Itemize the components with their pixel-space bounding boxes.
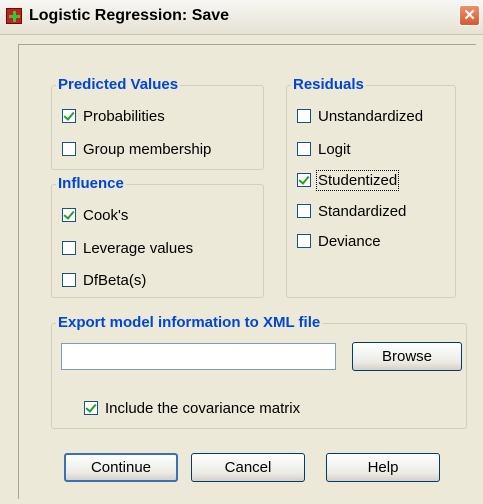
deviance-check-box[interactable]: [297, 234, 311, 248]
deviance-checkbox[interactable]: Deviance: [297, 231, 381, 251]
spss-dialog-icon: [6, 8, 22, 24]
cancel-button[interactable]: Cancel: [191, 453, 305, 482]
include-covariance-check-box[interactable]: [84, 401, 98, 415]
studentized-label: Studentized: [315, 169, 400, 191]
probabilities-label: Probabilities: [83, 107, 165, 125]
studentized-check-box[interactable]: [297, 173, 311, 187]
title-bar[interactable]: Logistic Regression: Save ✕: [0, 0, 483, 35]
xml-file-path-input[interactable]: [61, 343, 336, 370]
unstandardized-checkbox[interactable]: Unstandardized: [297, 106, 423, 126]
leverage-values-label: Leverage values: [83, 239, 194, 257]
group-membership-checkbox[interactable]: Group membership: [62, 139, 211, 159]
unstandardized-check-box[interactable]: [297, 109, 311, 123]
standardized-check-box[interactable]: [297, 204, 311, 218]
leverage-values-check-box[interactable]: [62, 241, 76, 255]
leverage-values-checkbox[interactable]: Leverage values: [62, 238, 193, 258]
deviance-label: Deviance: [318, 232, 381, 250]
influence-title: Influence: [56, 175, 126, 193]
window-title: Logistic Regression: Save: [29, 7, 230, 24]
dfbeta-check-box[interactable]: [62, 273, 76, 287]
predicted-values-title: Predicted Values: [56, 76, 181, 94]
standardized-label: Standardized: [318, 202, 407, 220]
probabilities-checkbox[interactable]: Probabilities: [62, 106, 165, 126]
studentized-checkbox[interactable]: Studentized: [297, 169, 400, 191]
unstandardized-label: Unstandardized: [318, 107, 424, 125]
continue-button[interactable]: Continue: [64, 453, 178, 482]
dialog-window: Logistic Regression: Save ✕ Predicted Va…: [0, 0, 483, 504]
cooks-label: Cook's: [83, 206, 129, 224]
cooks-check-box[interactable]: [62, 208, 76, 222]
close-button[interactable]: ✕: [459, 5, 480, 26]
logit-label: Logit: [318, 140, 351, 158]
dfbeta-label: DfBeta(s): [83, 271, 147, 289]
browse-button[interactable]: Browse: [352, 342, 462, 371]
include-covariance-label: Include the covariance matrix: [105, 399, 301, 417]
cooks-checkbox[interactable]: Cook's: [62, 205, 128, 225]
dfbeta-checkbox[interactable]: DfBeta(s): [62, 270, 146, 290]
probabilities-check-box[interactable]: [62, 109, 76, 123]
help-button[interactable]: Help: [326, 453, 440, 482]
residuals-title: Residuals: [291, 76, 366, 94]
logit-check-box[interactable]: [297, 142, 311, 156]
group-membership-label: Group membership: [83, 140, 212, 158]
standardized-checkbox[interactable]: Standardized: [297, 201, 406, 221]
include-covariance-checkbox[interactable]: Include the covariance matrix: [84, 398, 300, 418]
group-membership-check-box[interactable]: [62, 142, 76, 156]
logit-checkbox[interactable]: Logit: [297, 139, 351, 159]
export-xml-title: Export model information to XML file: [56, 314, 323, 332]
